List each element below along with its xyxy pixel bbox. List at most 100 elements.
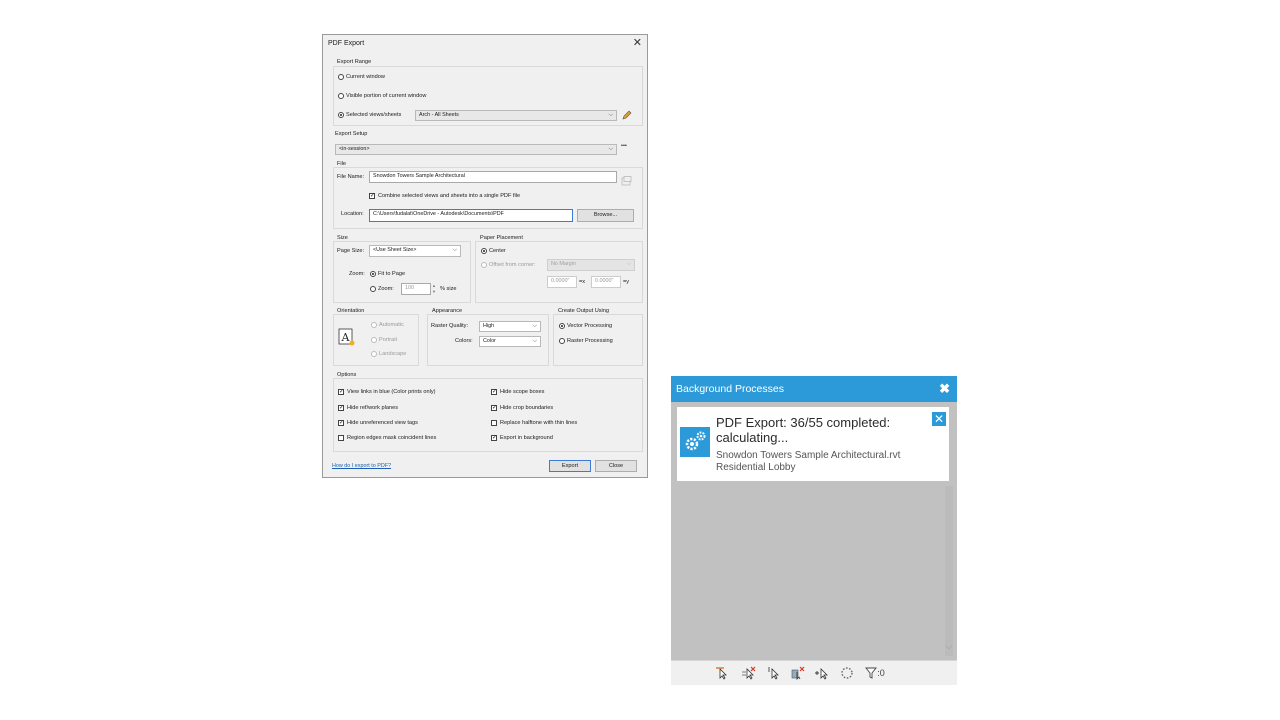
browse-button[interactable]: Browse... (577, 209, 634, 222)
chevron-down-icon: ⌵ (532, 323, 537, 329)
margin-dropdown[interactable]: No Margin ⌵ (547, 259, 635, 271)
zoom-label: Zoom: (349, 271, 365, 277)
option-replace-halftone-checkbox[interactable] (491, 420, 497, 426)
option-hide-scope-boxes-checkbox[interactable]: ✓ (491, 389, 497, 395)
scroll-down-icon[interactable]: ⌵ (945, 641, 953, 652)
option-label: Replace halftone with thin lines (500, 420, 578, 426)
raster-processing-label: Raster Processing (567, 338, 613, 344)
option-label: Hide ref/work planes (347, 405, 398, 411)
visible-portion-radio[interactable] (338, 93, 344, 99)
offset-y-label: =y (623, 279, 630, 285)
export-setup-more-button[interactable]: ••• (621, 143, 627, 149)
offset-x-label: =x (579, 279, 586, 285)
offset-label: Offset from corner: (489, 262, 536, 268)
process-status: PDF Export: 36/55 completed: calculating… (716, 415, 891, 445)
cancel-process-icon[interactable]: ✕ (932, 412, 946, 426)
filter-count: :0 (877, 668, 885, 679)
process-view: Residential Lobby (716, 462, 796, 473)
raster-quality-value: High (483, 323, 495, 329)
option-label: Region edges mask coincident lines (347, 435, 437, 441)
selected-views-label: Selected views/sheets (346, 112, 402, 118)
selected-views-radio[interactable] (338, 112, 344, 118)
option-label: Hide crop boundaries (500, 405, 554, 411)
status-toolbar: :0 (671, 660, 957, 685)
chevron-down-icon: ⌵ (626, 261, 631, 267)
option-export-background-checkbox[interactable]: ✓ (491, 435, 497, 441)
option-label: Hide unreferenced view tags (347, 420, 418, 426)
vector-processing-radio[interactable] (559, 323, 565, 329)
option-hide-ref-planes-checkbox[interactable]: ✓ (338, 405, 344, 411)
option-hide-view-tags-checkbox[interactable]: ✓ (338, 420, 344, 426)
file-name-label: File Name: (337, 174, 365, 180)
orientation-page-icon: A (338, 328, 356, 346)
pencil-icon[interactable] (621, 108, 633, 120)
current-window-label: Current window (346, 74, 385, 80)
zoom-spinner[interactable]: ▲ ▼ (431, 283, 437, 295)
selected-views-value: Arch - All Sheets (419, 112, 459, 118)
option-hide-crop-boundaries-checkbox[interactable]: ✓ (491, 405, 497, 411)
export-button[interactable]: Export (549, 460, 591, 472)
offset-y-input[interactable]: 0.0000" (591, 276, 621, 288)
page-size-value: <Use Sheet Size> (373, 247, 417, 253)
vector-processing-label: Vector Processing (567, 323, 613, 329)
landscape-label: Landscape (379, 351, 407, 357)
help-link[interactable]: How do I export to PDF? (332, 463, 391, 469)
filter-icon[interactable]: :0 (862, 666, 888, 680)
pdf-export-dialog: PDF Export ✕ Export Range Current window… (322, 34, 648, 478)
scrollbar[interactable]: ⌵ (945, 486, 953, 656)
zoom-input[interactable]: 100 (401, 283, 431, 295)
chevron-down-icon: ⌵ (452, 247, 457, 253)
combine-checkbox[interactable]: ✓ (369, 193, 375, 199)
background-process-spinner-icon[interactable] (839, 666, 855, 680)
zoom-radio[interactable] (370, 286, 376, 292)
page-size-dropdown[interactable]: <Use Sheet Size> ⌵ (369, 245, 461, 257)
automatic-radio[interactable] (371, 322, 377, 328)
file-name-input[interactable]: Snowdon Towers Sample Architectural (369, 171, 617, 183)
center-radio[interactable] (481, 248, 487, 254)
chevron-down-icon: ⌵ (532, 338, 537, 344)
raster-quality-dropdown[interactable]: High ⌵ (479, 321, 541, 332)
panel-title: Background Processes (676, 383, 784, 395)
chevron-down-icon: ⌵ (608, 146, 613, 152)
raster-processing-radio[interactable] (559, 338, 565, 344)
background-processes-panel: Background Processes ✖ PDF Export: 36/55… (671, 376, 957, 685)
selected-views-dropdown[interactable]: Arch - All Sheets ⌵ (415, 110, 617, 121)
option-view-links-checkbox[interactable]: ✓ (338, 389, 344, 395)
location-input[interactable]: C:\Users\fudalat\OneDrive - Autodesk\Doc… (369, 209, 573, 222)
fit-to-page-radio[interactable] (370, 271, 376, 277)
select-by-face-icon[interactable] (790, 666, 806, 680)
current-window-radio[interactable] (338, 74, 344, 80)
fit-to-page-label: Fit to Page (378, 271, 406, 277)
center-label: Center (489, 248, 506, 254)
save-as-icon[interactable] (621, 173, 632, 186)
portrait-label: Portrait (379, 337, 398, 343)
select-underlay-icon[interactable] (741, 666, 757, 680)
export-range-label: Export Range (337, 59, 372, 65)
select-links-icon[interactable] (714, 666, 730, 680)
portrait-radio[interactable] (371, 337, 377, 343)
process-card: PDF Export: 36/55 completed: calculating… (677, 407, 949, 481)
close-button[interactable]: Close (595, 460, 637, 472)
landscape-radio[interactable] (371, 351, 377, 357)
panel-header: Background Processes (671, 376, 957, 402)
chevron-down-icon: ⌵ (608, 112, 613, 118)
offset-x-input[interactable]: 0.0000" (547, 276, 577, 288)
process-details: Snowdon Towers Sample Architectural.rvt … (716, 450, 900, 474)
automatic-label: Automatic (379, 322, 404, 328)
select-pinned-icon[interactable] (766, 666, 782, 680)
colors-dropdown[interactable]: Color ⌵ (479, 336, 541, 347)
process-file: Snowdon Towers Sample Architectural.rvt (716, 450, 901, 461)
option-label: View links in blue (Color prints only) (347, 389, 436, 395)
visible-portion-label: Visible portion of current window (346, 93, 427, 99)
close-icon[interactable]: ✖ (939, 376, 950, 402)
combine-label: Combine selected views and sheets into a… (378, 193, 521, 199)
export-setup-dropdown[interactable]: <in-session> ⌵ (335, 144, 617, 155)
margin-value: No Margin (551, 261, 576, 267)
offset-radio[interactable] (481, 262, 487, 268)
export-setup-value: <in-session> (339, 146, 370, 152)
drag-elements-icon[interactable] (814, 666, 830, 680)
option-region-edges-checkbox[interactable] (338, 435, 344, 441)
dialog-title: PDF Export (328, 40, 365, 47)
export-setup-label: Export Setup (335, 131, 368, 137)
dialog-close-icon[interactable]: ✕ (633, 36, 642, 49)
